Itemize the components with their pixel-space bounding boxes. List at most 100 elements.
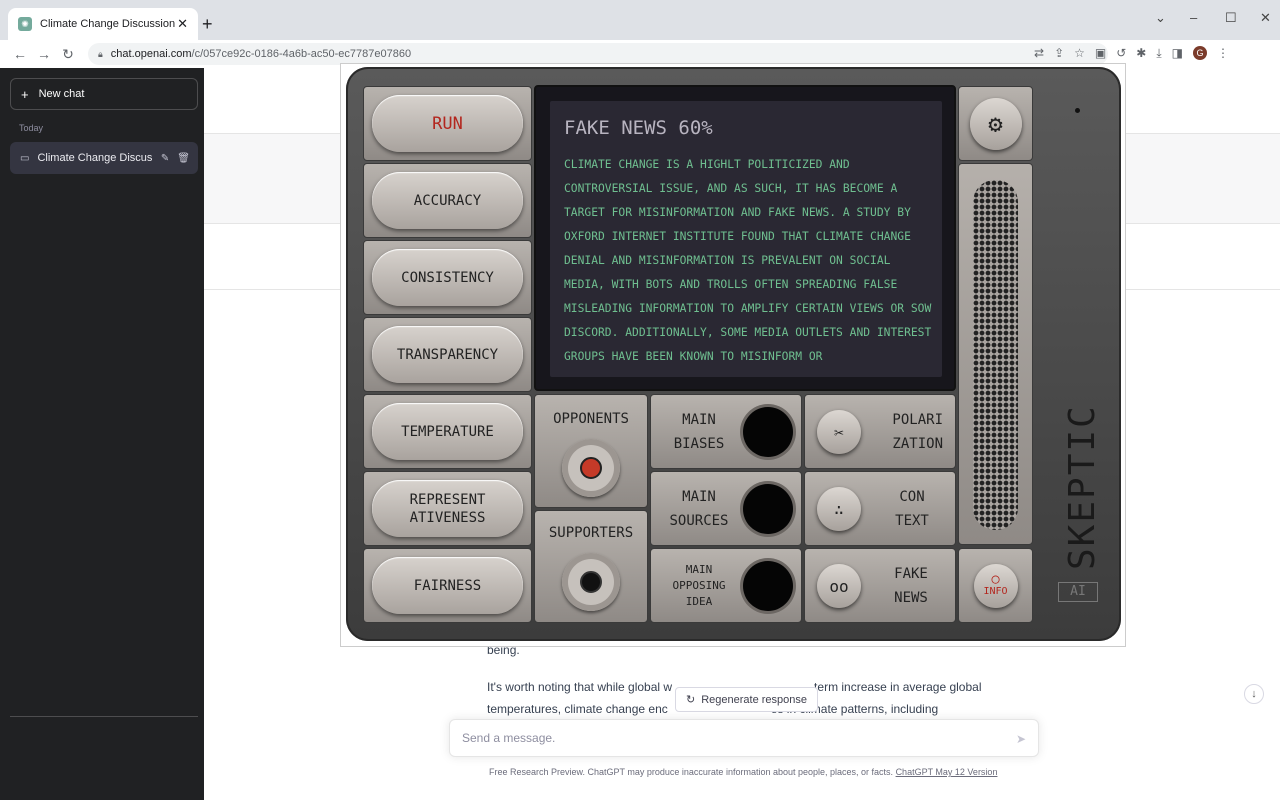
forward-icon[interactable]: → [32, 46, 56, 62]
new-chat-button[interactable]: + New chat [10, 78, 198, 110]
menu-icon[interactable]: ⋮ [1217, 46, 1229, 61]
section-label-today: Today [19, 123, 44, 133]
polarization-button[interactable]: ✂ POLARI ZATION [804, 394, 956, 469]
regenerate-label: Regenerate response [701, 694, 808, 706]
transparency-label: TRANSPARENCY [372, 326, 523, 383]
main-biases-knob[interactable] [743, 407, 793, 457]
speech-bubble-icon: ◯ [991, 572, 1000, 587]
screen-title: FAKE NEWS 60% [564, 117, 713, 139]
message-input-placeholder: Send a message. [462, 731, 556, 745]
address-bar[interactable]: 🔒︎ chat.openai.com/c/057ce92c-0186-4a6b-… [88, 43, 1108, 65]
edit-icon[interactable]: ✎ [161, 153, 169, 164]
side-panel-icon[interactable]: ◨ [1172, 46, 1183, 61]
opponents-knob[interactable] [562, 439, 620, 497]
representativeness-button[interactable]: REPRESENT ATIVENESS [363, 471, 532, 546]
new-chat-label: New chat [38, 88, 85, 100]
main-opposing-idea-label: MAIN OPPOSING IDEA [672, 562, 726, 608]
extension-icon[interactable]: ▣ [1095, 46, 1106, 61]
footer-text: Free Research Preview. ChatGPT may produ… [489, 767, 894, 777]
delete-icon[interactable]: 🗑︎ [177, 153, 190, 164]
main-sources-label: MAIN SOURCES [669, 488, 729, 529]
reload-icon[interactable]: ↻ [56, 46, 80, 63]
scissors-icon: ✂ [817, 410, 861, 454]
share-icon[interactable]: ⇪ [1054, 46, 1064, 61]
consistency-label: CONSISTENCY [372, 249, 523, 306]
run-label: RUN [372, 95, 523, 152]
download-icon[interactable]: ⤓ [1156, 46, 1161, 61]
message-text-part: -term increase in average global [810, 680, 982, 694]
openai-logo-button[interactable]: ⚙ [958, 86, 1033, 161]
consistency-button[interactable]: CONSISTENCY [363, 240, 532, 315]
brand-label: SKEPTIC [1062, 404, 1103, 570]
close-tab-icon[interactable]: ✕ [177, 16, 188, 32]
sidebar: + New chat Today ▭ Climate Change Discus … [0, 68, 204, 800]
main-biases-button[interactable]: MAIN BIASES [650, 394, 802, 469]
run-button[interactable]: RUN [363, 86, 532, 161]
openai-logo-icon: ⚙ [969, 97, 1022, 150]
bookmark-star-icon[interactable]: ☆ [1074, 46, 1085, 61]
main-sources-button[interactable]: MAIN SOURCES [650, 471, 802, 546]
scroll-down-icon[interactable]: ↓ [1244, 684, 1264, 704]
back-icon[interactable]: ← [8, 46, 32, 62]
accuracy-button[interactable]: ACCURACY [363, 163, 532, 238]
black-indicator-icon [580, 571, 602, 593]
lock-icon: 🔒︎ [98, 48, 103, 59]
main-opposing-idea-button[interactable]: MAIN OPPOSING IDEA [650, 548, 802, 623]
puzzle-icon[interactable]: ✱ [1136, 46, 1146, 61]
temperature-label: TEMPERATURE [372, 403, 523, 460]
translate-icon[interactable]: ⇄ [1034, 46, 1044, 61]
browser-tab[interactable]: ✺ Climate Change Discussion ✕ [8, 8, 198, 40]
opponents-button[interactable]: OPPONENTS [534, 394, 648, 508]
info-button[interactable]: ◯ INFO [958, 548, 1033, 623]
refresh-ext-icon[interactable]: ↺ [1116, 46, 1126, 61]
info-knob: ◯ INFO [973, 563, 1018, 608]
url-host: chat.openai.com [110, 48, 192, 60]
sidebar-divider [10, 716, 198, 717]
maximize-icon[interactable]: ☐ [1225, 10, 1237, 26]
indicator-dot [1075, 108, 1080, 113]
regenerate-response-button[interactable]: ↻ Regenerate response [675, 687, 819, 712]
plus-icon: + [21, 86, 29, 102]
toolbar-icons: ⇄ ⇪ ☆ ▣ ↺ ✱ ⤓ ◨ G ⋮ [1034, 46, 1229, 61]
fairness-label: FAIRNESS [372, 557, 523, 614]
red-indicator-icon [580, 457, 602, 479]
screen-text: CLIMATE CHANGE IS A HIGHLT POLITICIZED A… [564, 158, 932, 363]
send-icon[interactable]: ➤ [1016, 732, 1026, 746]
main-opposing-idea-knob[interactable] [743, 561, 793, 611]
new-tab-icon[interactable]: + [202, 14, 213, 35]
version-link[interactable]: ChatGPT May 12 Version [896, 767, 998, 777]
supporters-button[interactable]: SUPPORTERS [534, 510, 648, 623]
dots-icon: ∴ [817, 487, 861, 531]
context-label: CON TEXT [895, 488, 929, 529]
fake-news-button[interactable]: oo FAKE NEWS [804, 548, 956, 623]
chat-bubble-icon: ▭ [20, 152, 30, 164]
message-text-part: temperatures, climate change enc [487, 702, 668, 716]
message-input[interactable]: Send a message. ➤ [449, 719, 1039, 757]
opponents-label: OPPONENTS [553, 411, 629, 427]
info-label: INFO [983, 586, 1008, 597]
accuracy-label: ACCURACY [372, 172, 523, 229]
supporters-knob[interactable] [562, 553, 620, 611]
main-biases-label: MAIN BIASES [673, 411, 725, 452]
context-button[interactable]: ∴ CON TEXT [804, 471, 956, 546]
main-sources-knob[interactable] [743, 484, 793, 534]
chat-history-item[interactable]: ▭ Climate Change Discus ✎ 🗑︎ [10, 142, 198, 174]
close-window-icon[interactable]: ✕ [1260, 10, 1271, 26]
temperature-button[interactable]: TEMPERATURE [363, 394, 532, 469]
fairness-button[interactable]: FAIRNESS [363, 548, 532, 623]
profile-avatar[interactable]: G [1193, 46, 1208, 60]
polarization-label: POLARI ZATION [892, 411, 943, 452]
openai-favicon-icon: ✺ [18, 17, 32, 31]
chat-item-label: Climate Change Discus [37, 152, 153, 164]
representativeness-label: REPRESENT ATIVENESS [372, 480, 523, 537]
tab-search-icon[interactable]: ⌄ [1155, 10, 1166, 26]
transparency-button[interactable]: TRANSPARENCY [363, 317, 532, 392]
message-text-part: It's worth noting that while global w [487, 680, 673, 694]
url-path: /c/057ce92c-0186-4a6b-ac50-ec7787e07860 [191, 48, 412, 60]
ai-tag: AI [1058, 582, 1098, 602]
minimize-icon[interactable]: – [1190, 10, 1197, 25]
voicemail-icon: oo [817, 564, 861, 608]
tab-title: Climate Change Discussion [40, 18, 176, 30]
fake-news-label: FAKE NEWS [894, 565, 928, 606]
regenerate-icon: ↻ [686, 694, 696, 706]
